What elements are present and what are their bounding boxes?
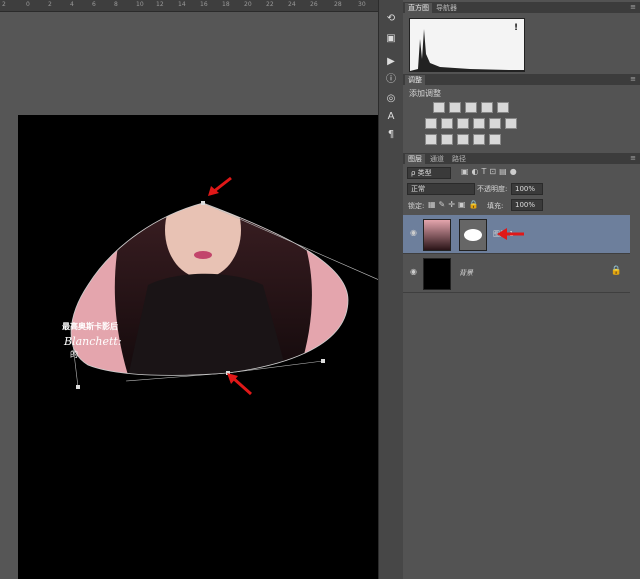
ruler-tick: 14 [178,1,186,8]
posterize-icon[interactable] [441,134,453,145]
gradient-map-icon[interactable] [473,134,485,145]
actions-icon[interactable]: ▣ [384,32,398,46]
vibrance-icon[interactable] [497,102,509,113]
levels-icon[interactable] [449,102,461,113]
paragraph-icon[interactable]: ¶ [384,128,398,142]
black-white-icon[interactable] [457,118,469,129]
visibility-eye-icon[interactable]: ◉ [410,268,418,276]
brightness-icon[interactable] [433,102,445,113]
curves-icon[interactable] [465,102,477,113]
filter-icons[interactable]: ▣◐T⊡▤● [461,167,520,176]
panel-tool-strip: ⟲ ▣ ▶ ⓘ ◎ A ¶ [378,0,404,579]
tab-channels[interactable]: 通道 [427,154,447,164]
layer-thumbnail[interactable] [423,219,451,251]
lock-icon: 🔒 [610,266,622,276]
play-icon[interactable]: ▶ [384,55,398,69]
tab-layers[interactable]: 图层 [405,154,425,164]
arrow-icon [497,228,524,240]
adjustments-title: 添加调整 [409,89,441,98]
ruler-tick: 2 [48,1,52,8]
ruler-tick: 22 [266,1,274,8]
hue-saturation-icon[interactable] [425,118,437,129]
ruler-tick: 20 [244,1,252,8]
opacity-input[interactable]: 100% [511,183,543,195]
character-icon[interactable]: A [384,110,398,124]
fill-input[interactable]: 100% [511,199,543,211]
ruler-tick: 18 [222,1,230,8]
history-icon[interactable]: ⟲ [384,12,398,26]
visibility-eye-icon[interactable]: ◉ [410,229,418,237]
adjustments-tabbar: 调整 ≡ [403,74,640,85]
ruler-tick: 24 [288,1,296,8]
layer-row[interactable]: ◉ 背景 🔒 [403,254,630,293]
selective-color-icon[interactable] [489,134,501,145]
ruler-tick: 12 [156,1,164,8]
adjustment-icons-row-3 [425,134,505,147]
blend-mode-select[interactable]: 正常 [407,183,475,195]
opacity-label: 不透明度: [477,185,508,193]
ruler-tick: 4 [70,1,74,8]
channel-mixer-icon[interactable] [489,118,501,129]
info-icon[interactable]: ⓘ [384,73,398,87]
layer-mask-thumbnail[interactable] [459,219,487,251]
ruler-tick: 0 [26,1,30,8]
overlay-text: 的 [70,350,78,359]
lock-icons[interactable]: ▦✎✛▣🔒 [428,200,481,209]
ruler-tick: 6 [92,1,96,8]
panel-menu-icon[interactable]: ≡ [630,3,636,11]
adjustment-icons-row-2 [425,118,521,131]
histogram-panel: 直方图 导航器 ≡ ! [403,2,640,72]
overlay-text: Blanchett: [64,335,122,348]
fill-label: 填充: [487,202,504,210]
adjust-icon[interactable]: ◎ [384,92,398,106]
arrow-icon [227,373,252,396]
exposure-icon[interactable] [481,102,493,113]
tab-paths[interactable]: 路径 [449,154,469,164]
adjustment-icons-row-1 [433,102,513,115]
panel-menu-icon[interactable]: ≡ [630,154,636,162]
overlay-text: 最高奥斯卡影后 [62,322,118,331]
histogram-tabbar: 直方图 导航器 ≡ [403,2,640,13]
ruler-tick: 16 [200,1,208,8]
layers-tabbar: 图层 通道 路径 ≡ [403,153,640,164]
ruler-tick: 2 [2,1,6,8]
ruler-tick: 8 [114,1,118,8]
layers-panel: 图层 通道 路径 ≡ ρ 类型 ▣◐T⊡▤● 正常 不透明度: 100% 锁定:… [403,153,640,579]
histogram-graph: ! [409,18,525,72]
layer-name[interactable]: 背景 [459,268,473,278]
right-panels: 直方图 导航器 ≡ ! 调整 ≡ 添加调整 图层 通道 路径 ≡ ρ 类型 ▣◐… [403,0,640,579]
histogram-warning[interactable]: ! [514,23,518,33]
tab-adjustments[interactable]: 调整 [405,75,425,85]
lock-label: 锁定: [408,202,425,210]
arrow-icon [208,176,232,196]
panel-menu-icon[interactable]: ≡ [630,75,636,83]
invert-icon[interactable] [425,134,437,145]
top-ruler: 2 0 2 4 6 8 10 12 14 16 18 20 22 24 26 2… [0,0,378,12]
color-balance-icon[interactable] [441,118,453,129]
ruler-tick: 10 [136,1,144,8]
threshold-icon[interactable] [457,134,469,145]
tab-histogram[interactable]: 直方图 [405,3,432,13]
ruler-tick: 28 [334,1,342,8]
ruler-tick: 30 [358,1,366,8]
tab-navigator[interactable]: 导航器 [433,3,460,13]
layer-filter-select[interactable]: ρ 类型 [407,167,451,179]
layer-thumbnail[interactable] [423,258,451,290]
layer-row[interactable]: ◉ 图层 1 [403,215,630,254]
color-lookup-icon[interactable] [505,118,517,129]
photo-filter-icon[interactable] [473,118,485,129]
ruler-tick: 26 [310,1,318,8]
adjustments-panel: 调整 ≡ 添加调整 [403,74,640,152]
